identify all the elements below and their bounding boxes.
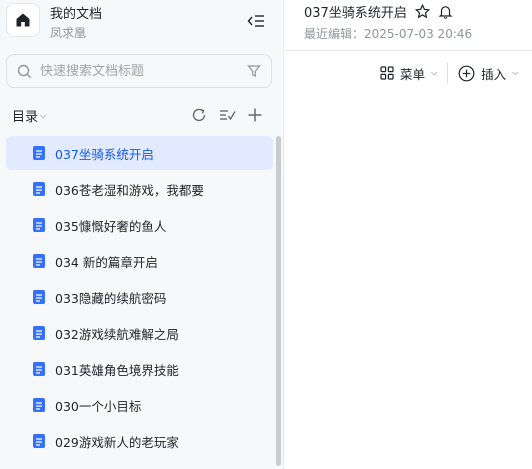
toc-label: 目录: [12, 110, 39, 125]
workspace-owner: 凤求凰: [50, 26, 87, 40]
collapse-sidebar-button[interactable]: [246, 12, 266, 30]
document-icon: [33, 398, 45, 412]
document-item[interactable]: 036苍老湿和游戏，我都要: [6, 172, 273, 206]
add-document-button[interactable]: [246, 106, 264, 124]
document-title: 032游戏续航难解之局: [55, 326, 179, 342]
header-divider: [285, 50, 532, 51]
document-item[interactable]: 029游戏新人的老玩家: [6, 424, 273, 458]
document-title: 034 新的篇章开启: [55, 254, 158, 270]
document-icon: [33, 362, 45, 376]
sidebar: 我的文档 凤求凰 目录 ⌵: [0, 0, 284, 469]
plus-circle-icon: [458, 65, 475, 81]
sort-list-icon: [219, 110, 236, 121]
sort-button[interactable]: [218, 106, 236, 124]
chevron-down-icon: ⌵: [431, 68, 438, 77]
document-icon: [33, 146, 45, 160]
grid-menu-icon: [380, 66, 394, 80]
workspace-title: 我的文档: [50, 7, 103, 22]
document-title: 035慷慨好奢的鱼人: [55, 218, 167, 234]
menu-label: 菜单: [400, 66, 426, 82]
sidebar-scrollbar[interactable]: [276, 136, 281, 466]
plus-icon: [248, 108, 262, 122]
filter-icon[interactable]: [247, 64, 261, 78]
toc-header[interactable]: 目录 ⌵: [12, 106, 46, 125]
toc-actions: [190, 106, 264, 124]
menu-button[interactable]: 菜单 ⌵: [380, 64, 437, 83]
document-title: 029游戏新人的老玩家: [55, 434, 179, 450]
search-icon: [17, 64, 32, 78]
document-icon: [33, 434, 45, 448]
home-icon: [16, 13, 30, 27]
search-box[interactable]: [6, 54, 272, 88]
search-input[interactable]: [40, 63, 247, 79]
document-list: 037坐骑系统开启 036苍老湿和游戏，我都要 035慷慨好奢的鱼人 034 新的篇章…: [6, 136, 273, 460]
home-button[interactable]: [6, 3, 40, 37]
document-toolbar: 菜单 ⌵ 插入 ⌵: [380, 60, 518, 86]
document-icon: [33, 218, 45, 232]
chevron-down-icon: ⌵: [512, 68, 519, 77]
document-title: 031英雄角色境界技能: [55, 362, 179, 378]
bell-icon[interactable]: [438, 4, 453, 19]
document-item[interactable]: 035慷慨好奢的鱼人: [6, 208, 273, 242]
document-item[interactable]: 031英雄角色境界技能: [6, 352, 273, 386]
document-icon: [33, 326, 45, 340]
main-header: 037坐骑系统开启: [304, 2, 453, 21]
star-icon[interactable]: [414, 4, 430, 19]
document-icon: [33, 182, 45, 196]
toolbar-divider: [447, 62, 449, 84]
page-title: 037坐骑系统开启: [304, 6, 407, 21]
document-item[interactable]: 030一个小目标: [6, 388, 273, 422]
last-edited-timestamp: 最近编辑：2025-07-03 20:46: [304, 27, 473, 41]
document-title: 037坐骑系统开启: [55, 146, 154, 162]
document-icon: [33, 290, 45, 304]
insert-button[interactable]: 插入 ⌵: [458, 64, 518, 83]
refresh-button[interactable]: [190, 106, 208, 124]
document-title: 030一个小目标: [55, 398, 142, 414]
collapse-sidebar-icon: [247, 15, 264, 27]
document-item[interactable]: 037坐骑系统开启: [6, 136, 273, 170]
document-item[interactable]: 032游戏续航难解之局: [6, 316, 273, 350]
document-icon: [33, 254, 45, 268]
document-item[interactable]: 034 新的篇章开启: [6, 244, 273, 278]
refresh-icon: [192, 108, 206, 122]
document-title: 036苍老湿和游戏，我都要: [55, 182, 204, 198]
document-title: 033隐藏的续航密码: [55, 290, 167, 306]
chevron-down-icon: ⌵: [40, 110, 47, 120]
insert-label: 插入: [481, 66, 507, 82]
document-item[interactable]: 033隐藏的续航密码: [6, 280, 273, 314]
